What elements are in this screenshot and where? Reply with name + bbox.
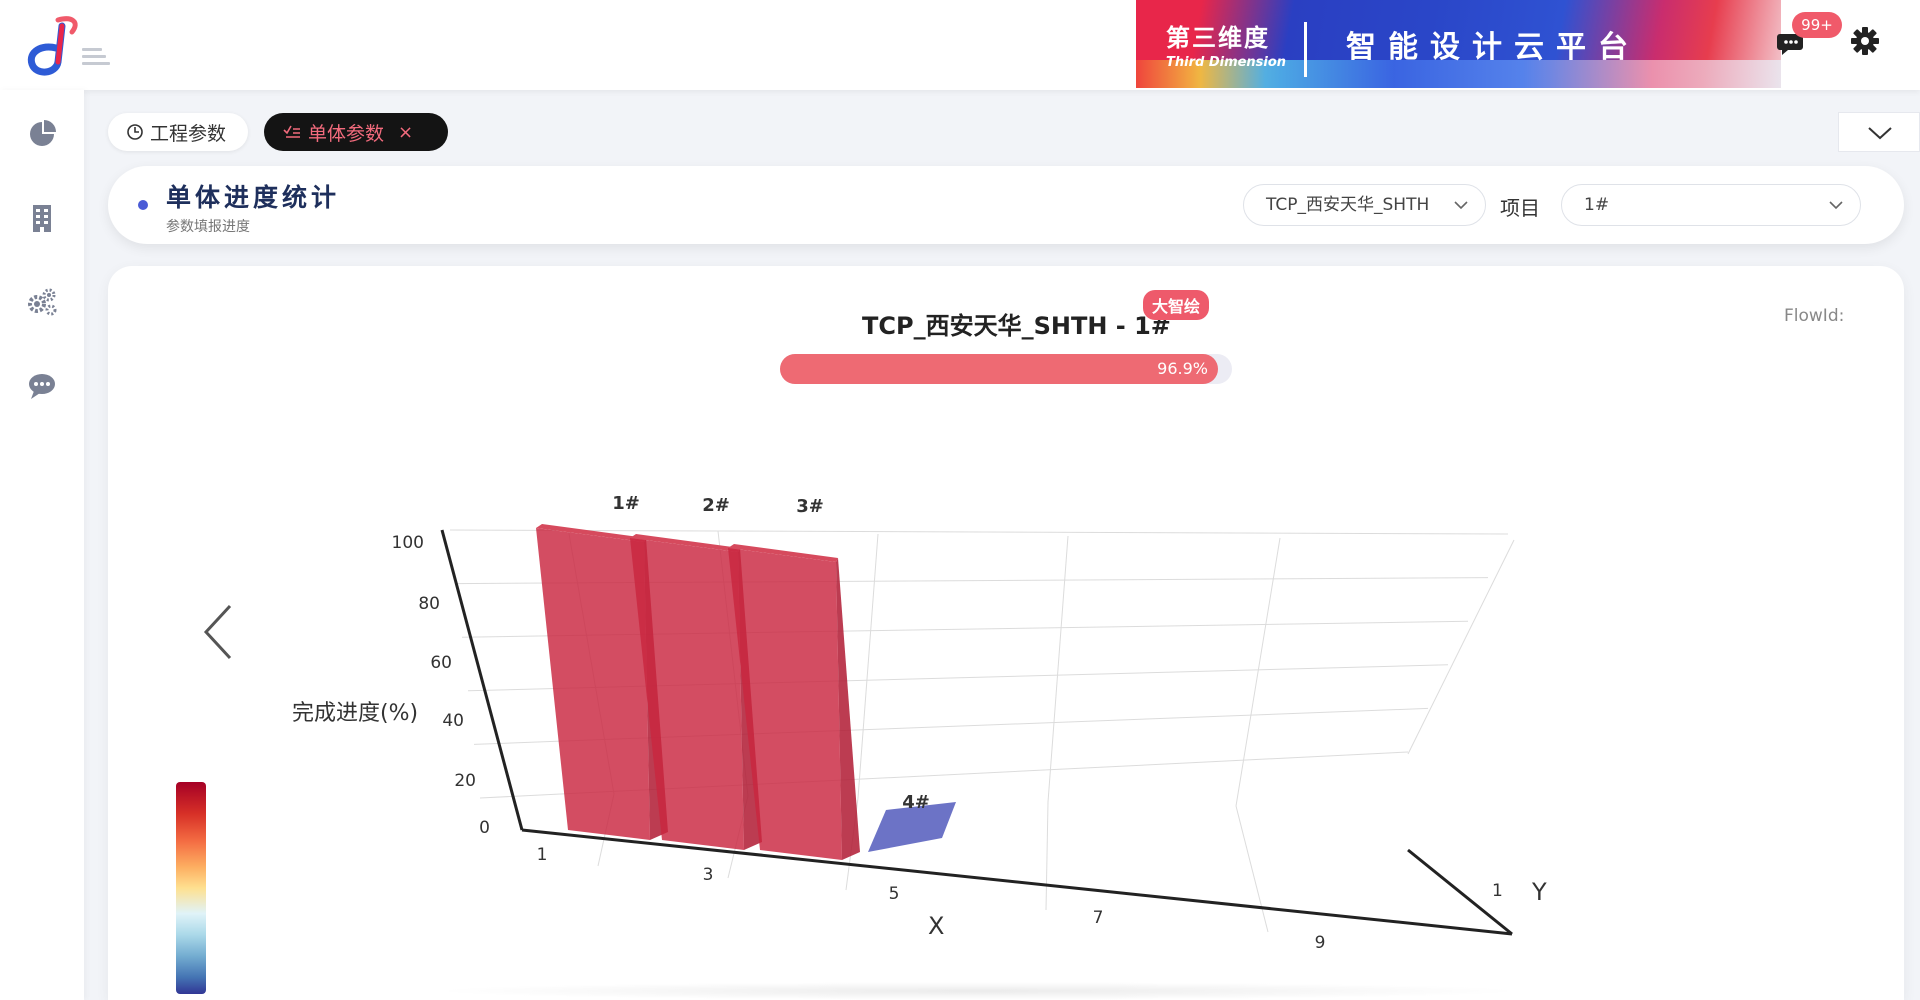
grid-line	[1235, 537, 1281, 807]
z-tick-label: 80	[418, 594, 440, 614]
building-icon[interactable]	[26, 202, 58, 234]
app-logo[interactable]	[22, 12, 82, 80]
flow-select-value: TCP_西安天华_SHTH	[1266, 195, 1430, 215]
gears-icon[interactable]	[26, 286, 58, 318]
tab-unit-params[interactable]: 单体参数 ×	[264, 113, 448, 151]
notification-badge: 99+	[1792, 12, 1842, 38]
brand-banner: 第三维度 Third Dimension 智能设计云平台	[1136, 0, 1781, 88]
pie-chart-icon[interactable]	[26, 118, 58, 150]
clock-icon	[127, 124, 143, 140]
bar-label: 1#	[612, 493, 640, 514]
y-tick-label: 1	[1492, 881, 1503, 901]
chevron-down-icon	[1829, 201, 1843, 210]
bar-label: 2#	[702, 495, 730, 516]
z-axis-label: 完成进度(%)	[292, 701, 418, 726]
banner-subtitle: Third Dimension	[1166, 55, 1287, 70]
grid-line	[857, 533, 879, 799]
z-tick-label: 100	[392, 533, 424, 553]
z-tick-label: 20	[454, 771, 476, 791]
close-icon[interactable]: ×	[398, 122, 413, 143]
grid-line	[1047, 535, 1069, 803]
grid-line	[1235, 805, 1269, 933]
chat-bubble-icon[interactable]	[26, 370, 58, 402]
flow-select[interactable]: TCP_西安天华_SHTH	[1243, 184, 1486, 226]
section-subtitle: 参数填报进度	[166, 219, 250, 235]
project-select-value: 1#	[1584, 195, 1610, 215]
tab-label: 工程参数	[150, 122, 227, 145]
z-tick-label: 60	[430, 653, 452, 673]
settings-gear-icon[interactable]	[1850, 26, 1880, 56]
section-title: 单体进度统计	[166, 183, 341, 212]
x-tick-label: 7	[1093, 908, 1104, 928]
title-dot	[138, 200, 148, 210]
bar-label: 4#	[902, 792, 930, 813]
chevron-down-icon	[1454, 201, 1468, 210]
x-axis	[521, 828, 1513, 936]
chevron-down-icon	[1868, 127, 1892, 140]
menu-toggle-icon[interactable]	[82, 48, 112, 70]
banner-slogan: 智能设计云平台	[1346, 30, 1640, 65]
x-tick-label: 3	[703, 865, 714, 885]
x-tick-label: 5	[889, 884, 900, 904]
checklist-icon	[283, 125, 300, 138]
top-bar: 第三维度 Third Dimension 智能设计云平台 99+	[0, 0, 1920, 90]
project-label: 项目	[1500, 196, 1540, 220]
x-tick-label: 1	[537, 845, 548, 865]
project-select[interactable]: 1#	[1561, 184, 1861, 226]
banner-divider	[1304, 22, 1307, 77]
bar-label: 3#	[796, 496, 824, 517]
tab-label: 单体参数	[308, 122, 385, 145]
tab-project-params[interactable]: 工程参数	[108, 113, 248, 151]
z-tick-label: 0	[479, 818, 490, 838]
x-tick-label: 9	[1315, 933, 1326, 953]
x-axis-label: X	[928, 912, 944, 940]
z-tick-label: 40	[442, 711, 464, 731]
y-axis-label: Y	[1531, 878, 1547, 906]
progress-stats-header: 单体进度统计 参数填报进度 TCP_西安天华_SHTH 项目 1#	[108, 166, 1904, 244]
bar-front	[536, 528, 650, 840]
banner-title: 第三维度	[1166, 24, 1270, 52]
sidebar	[0, 90, 84, 1000]
chart-panel: TCP_西安天华_SHTH - 1# 大智绘 FlowId: 96.9% 0 20…	[108, 266, 1904, 1000]
grid-line	[1045, 801, 1049, 911]
bar3d-chart: 0 20 40 60 80 100 1 3 5 7 9 1 完成进度(%) X Y 1# 2# 3# 4#	[292, 493, 1547, 953]
collapse-toggle[interactable]	[1838, 112, 1920, 152]
grid-line	[1407, 539, 1515, 755]
